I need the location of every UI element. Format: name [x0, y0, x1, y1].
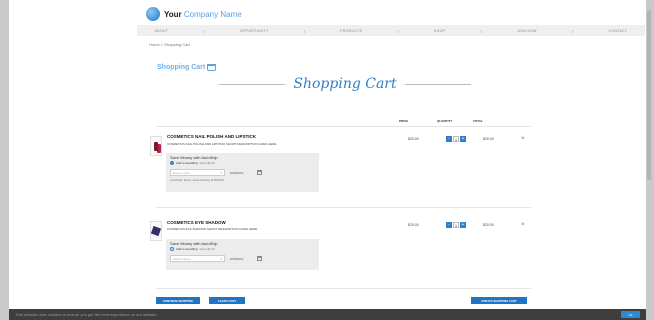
- nav-separator: |: [397, 28, 399, 33]
- nav-shop[interactable]: SHOP: [434, 29, 445, 33]
- quantity-stepper: - 1 +: [446, 136, 466, 142]
- nav-contact[interactable]: CONTACT: [609, 29, 628, 33]
- logo-text-bold: Your: [164, 9, 182, 19]
- section-label-text: Shopping Cart: [157, 64, 206, 71]
- product-total: $20.00: [483, 137, 494, 141]
- autoship-radio[interactable]: [170, 247, 174, 251]
- main-nav: ABOUT | OPPORTUNITY | PRODUCTS | SHOP | …: [137, 25, 645, 36]
- chevron-down-icon: ▾: [220, 170, 222, 175]
- cookie-text: This website uses cookies to ensure you …: [15, 312, 158, 317]
- chevron-down-icon: ▾: [220, 256, 222, 261]
- remove-item-button[interactable]: ×: [521, 222, 525, 228]
- quantity-input[interactable]: 1: [453, 136, 459, 142]
- product-description: COSMETICS NAIL POLISH AND LIPSTICK SHORT…: [167, 142, 277, 146]
- autoship-controls: Select Option ▾ 6/18/2019: [170, 255, 315, 262]
- logo-icon: [146, 7, 160, 21]
- breadcrumb[interactable]: Home > Shopping Cart: [149, 42, 190, 47]
- autoship-note: AutoShip: Every week starting 6/18/2019: [170, 178, 225, 182]
- quantity-stepper: - 1 +: [446, 222, 466, 228]
- product-name[interactable]: COSMETICS NAIL POLISH AND LIPSTICK: [167, 134, 256, 139]
- autoship-option-label: Add to AutoShip: [176, 161, 198, 165]
- autoship-option-label: Add to AutoShip: [176, 247, 198, 251]
- title-divider-right: [404, 83, 471, 85]
- quantity-increase-button[interactable]: +: [460, 222, 466, 228]
- remove-item-button[interactable]: ×: [521, 136, 525, 142]
- product-image-nail-polish[interactable]: [150, 136, 162, 156]
- autoship-panel: Save Money with AutoShip Add to AutoShip…: [166, 153, 319, 192]
- autoship-savings: Save $2.00: [199, 161, 215, 165]
- product-price: $20.00: [408, 223, 419, 227]
- nav-separator: |: [480, 28, 482, 33]
- autoship-controls: Every month ▾ 6/18/2019: [170, 169, 315, 176]
- nav-separator: |: [303, 28, 305, 33]
- nav-products[interactable]: PRODUCTS: [340, 29, 362, 33]
- quantity-input[interactable]: 1: [453, 222, 459, 228]
- scrollbar[interactable]: [647, 10, 651, 180]
- autoship-option[interactable]: Add to AutoShip Save $2.00: [170, 247, 315, 251]
- column-header-quantity: QUANTITY: [437, 119, 453, 123]
- nav-join-now[interactable]: JOIN NOW: [517, 29, 537, 33]
- product-description: COSMETICS EYE SHADOW SHORT DESCRIPTION G…: [167, 227, 258, 231]
- column-header-total: TOTAL: [473, 119, 483, 123]
- product-price: $20.00: [408, 137, 419, 141]
- product-total: $20.00: [483, 223, 494, 227]
- nav-about[interactable]: ABOUT: [155, 29, 169, 33]
- basket-icon: [207, 64, 217, 71]
- calendar-icon[interactable]: [257, 256, 262, 261]
- nail-polish-icon: [154, 141, 158, 151]
- frequency-select-value: Select Option: [173, 256, 192, 261]
- frequency-select-value: Every month: [173, 170, 190, 175]
- page: Your Company Name ABOUT | OPPORTUNITY | …: [9, 0, 646, 320]
- autoship-savings: Save $2.00: [199, 247, 215, 251]
- eye-shadow-icon: [150, 225, 162, 237]
- quantity-decrease-button[interactable]: -: [446, 136, 452, 142]
- page-title: Shopping Cart: [293, 76, 397, 92]
- nav-separator: |: [572, 28, 574, 33]
- column-header-price: PRICE: [399, 119, 409, 123]
- autoship-title: Save Money with AutoShip: [170, 241, 218, 246]
- product-image-eye-shadow[interactable]: [150, 221, 162, 241]
- start-date-field[interactable]: 6/18/2019: [230, 257, 252, 261]
- logo-text: Your Company Name: [164, 10, 242, 19]
- autoship-panel: Save Money with AutoShip Add to AutoShip…: [166, 239, 319, 270]
- quantity-decrease-button[interactable]: -: [446, 222, 452, 228]
- title-divider-left: [219, 83, 286, 85]
- quantity-increase-button[interactable]: +: [460, 136, 466, 142]
- header-divider: [156, 126, 531, 127]
- start-date-field[interactable]: 6/18/2019: [230, 171, 252, 175]
- product-name[interactable]: COSMETICS EYE SHADOW: [167, 220, 226, 225]
- frequency-select[interactable]: Every month ▾: [170, 169, 225, 176]
- company-logo[interactable]: Your Company Name: [146, 7, 242, 21]
- row-divider: [156, 288, 531, 289]
- cookie-banner: This website uses cookies to ensure you …: [9, 309, 646, 320]
- section-label: Shopping Cart: [157, 64, 217, 71]
- continue-shopping-button[interactable]: CONTINUE SHOPPING: [156, 297, 200, 304]
- autoship-radio-selected[interactable]: [170, 161, 174, 165]
- nav-opportunity[interactable]: OPPORTUNITY: [240, 29, 269, 33]
- page-title-wrap: Shopping Cart: [219, 76, 471, 92]
- frequency-select[interactable]: Select Option ▾: [170, 255, 225, 262]
- cookie-accept-button[interactable]: OK: [621, 311, 640, 318]
- nav-separator: |: [203, 28, 205, 33]
- calendar-icon[interactable]: [257, 170, 262, 175]
- logo-text-light: Company Name: [183, 9, 242, 19]
- autoship-option[interactable]: Add to AutoShip Save $2.00: [170, 161, 315, 165]
- row-divider: [156, 207, 531, 208]
- autoship-title: Save Money with AutoShip: [170, 155, 218, 160]
- update-cart-button[interactable]: UPDATE SHOPPING CART: [471, 297, 527, 304]
- clear-cart-button[interactable]: CLEAR CART: [209, 297, 245, 304]
